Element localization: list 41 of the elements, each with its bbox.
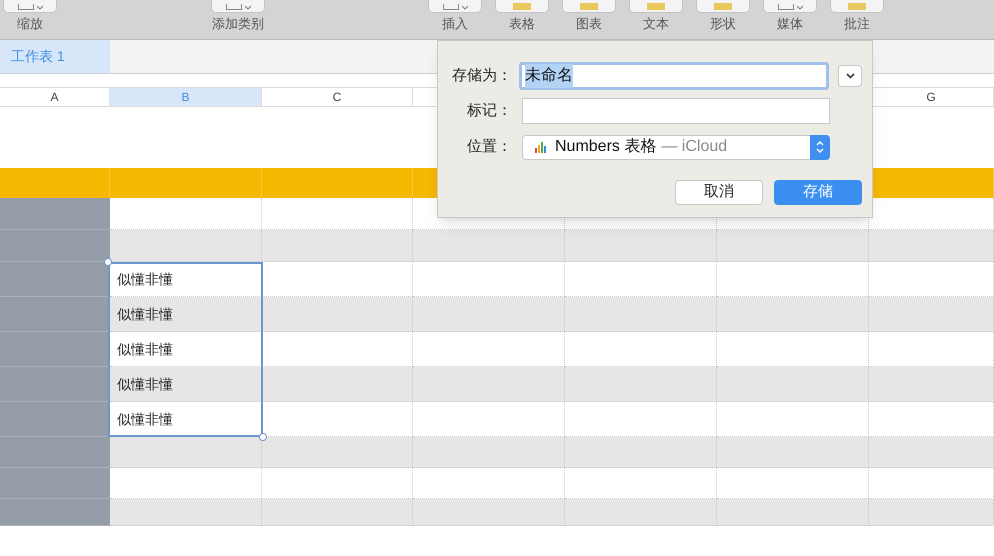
toolbar-label: 文本 — [643, 16, 669, 32]
toolbar-button[interactable] — [428, 0, 482, 13]
field-label: 标记： — [466, 100, 512, 121]
expand-button[interactable] — [838, 65, 862, 87]
caret-icon — [462, 6, 468, 10]
location-popup[interactable]: Numbers 表格 — iCloud — [522, 134, 830, 160]
bar-chart-icon — [535, 141, 548, 153]
tool-icon — [647, 3, 665, 10]
chevron-down-icon — [846, 73, 855, 79]
toolbar-button[interactable] — [3, 0, 57, 13]
toolbar-button[interactable] — [211, 0, 265, 13]
table-cell: 似懂非懂 — [110, 297, 262, 332]
filename-field[interactable]: 未命名 — [519, 62, 830, 90]
caret-icon — [796, 6, 802, 10]
toolbar-label: 形状 — [710, 16, 736, 32]
tags-field[interactable] — [522, 98, 830, 124]
toolbar-label: 添加类别 — [212, 16, 264, 32]
toolbar-label: 媒体 — [777, 16, 803, 32]
toolbar-button[interactable] — [763, 0, 817, 13]
tool-icon — [18, 4, 34, 10]
stepper-icon — [810, 134, 830, 160]
toolbar-label: 缩放 — [17, 16, 43, 32]
field-label: 存储为： — [451, 66, 512, 86]
tool-icon — [848, 3, 866, 10]
toolbar-label: 批注 — [844, 16, 870, 32]
location-name: Numbers 表格 — [555, 136, 656, 157]
tool-icon — [442, 4, 458, 10]
tool-icon — [513, 3, 531, 10]
tool-icon — [226, 4, 242, 10]
caret-icon — [244, 6, 250, 10]
tool-icon — [580, 3, 598, 10]
toolbar-label: 插入 — [442, 16, 468, 32]
tool-icon — [714, 3, 732, 10]
cancel-button[interactable]: 取消 — [675, 180, 763, 205]
table-cell: 似懂非懂 — [110, 367, 262, 402]
tool-icon — [778, 4, 794, 10]
toolbar-label: 表格 — [509, 16, 535, 32]
field-label: 位置： — [466, 136, 512, 157]
caret-icon — [36, 6, 42, 10]
toolbar-label: 图表 — [576, 16, 602, 32]
location-suffix: — iCloud — [661, 137, 728, 157]
